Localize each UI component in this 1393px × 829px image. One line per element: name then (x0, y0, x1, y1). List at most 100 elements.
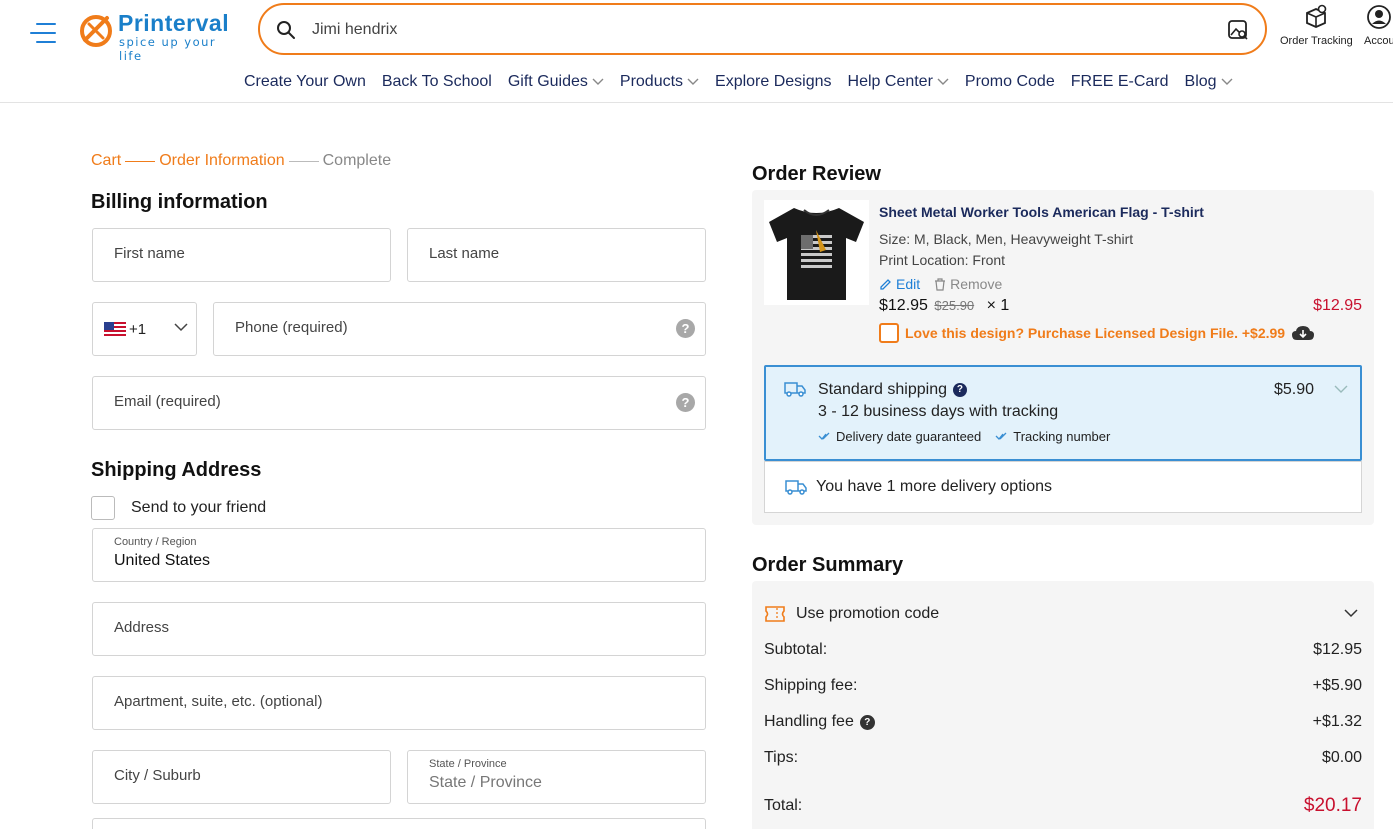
apartment-input[interactable] (114, 693, 666, 710)
product-print-location: Print Location: Front (879, 252, 1006, 268)
promotion-code-label: Use promotion code (796, 605, 940, 622)
checkout-steps: Cart Order Information Complete (91, 152, 391, 170)
send-to-friend-label: Send to your friend (131, 499, 267, 516)
help-icon[interactable]: ? (676, 319, 695, 338)
trash-icon (935, 277, 946, 291)
ticket-icon (765, 606, 785, 622)
search-input[interactable] (312, 17, 1212, 43)
total-label: Total: (764, 797, 803, 814)
more-delivery-label: You have 1 more delivery options (816, 478, 1052, 495)
next-field[interactable] (92, 818, 706, 829)
first-name-input[interactable] (114, 245, 351, 262)
box-location-icon (1306, 4, 1327, 28)
nav-back-to-school[interactable]: Back To School (382, 72, 492, 92)
subtotal-label: Subtotal: (764, 641, 828, 658)
phone-field[interactable]: ? (213, 302, 706, 356)
truck-icon (784, 382, 806, 397)
step-divider (288, 160, 319, 162)
state-select[interactable]: State / Province State / Province (407, 750, 706, 804)
cloud-download-icon[interactable] (1291, 324, 1315, 342)
shipping-fee-label: Shipping fee: (764, 677, 858, 694)
account-link[interactable]: Accou (1364, 4, 1393, 47)
product-line-total: $12.95 (1313, 297, 1362, 314)
email-input[interactable] (114, 393, 666, 410)
more-delivery-options[interactable]: You have 1 more delivery options (764, 461, 1362, 513)
nav-gift-guides[interactable]: Gift Guides (508, 72, 604, 92)
nav-create-your-own[interactable]: Create Your Own (244, 72, 366, 92)
remove-button[interactable]: Remove (934, 276, 1002, 292)
order-tracking-link[interactable]: Order Tracking (1280, 4, 1353, 47)
city-input[interactable] (114, 767, 351, 784)
state-label: State / Province (429, 758, 507, 770)
nav-explore-designs[interactable]: Explore Designs (715, 72, 832, 92)
chevron-down-icon (592, 78, 604, 85)
check-icon (995, 432, 1007, 440)
license-label: Love this design? Purchase Licensed Desi… (905, 325, 1286, 341)
phone-country-select[interactable]: +1 (92, 302, 197, 356)
handling-fee-value: +$1.32 (1312, 713, 1362, 730)
product-title[interactable]: Sheet Metal Worker Tools American Flag -… (879, 204, 1204, 220)
shipping-option-standard[interactable]: Standard shipping ? 3 - 12 business days… (764, 365, 1362, 461)
nav-help-center[interactable]: Help Center (848, 72, 949, 92)
edit-button[interactable]: Edit (879, 276, 920, 292)
us-flag-icon (104, 322, 126, 336)
tshirt-product-image[interactable] (764, 200, 869, 305)
logo[interactable]: Printerval spice up your life (77, 10, 242, 63)
shipping-price: $5.90 (1273, 381, 1314, 398)
logo-mark-icon (80, 15, 112, 47)
brand-name: Printerval (118, 10, 230, 36)
check-icon (818, 432, 830, 440)
apartment-field[interactable] (92, 676, 706, 730)
search-bar (258, 3, 1267, 55)
send-to-friend-toggle[interactable]: Send to your friend (91, 496, 266, 520)
chevron-down-icon (174, 323, 188, 332)
tips-label: Tips: (764, 749, 799, 766)
site-header: Printerval spice up your life Order Trac… (0, 0, 1393, 103)
order-review-title: Order Review (752, 163, 881, 185)
truck-icon (785, 480, 807, 495)
help-icon[interactable]: ? (676, 393, 695, 412)
help-icon[interactable]: ? (859, 714, 875, 730)
last-name-field[interactable] (407, 228, 706, 282)
address-input[interactable] (114, 619, 666, 636)
badge-tracking-number: Tracking number (995, 429, 1110, 444)
product-old-price: $25.90 (934, 298, 975, 313)
step-divider (125, 160, 156, 162)
chevron-down-icon[interactable] (1334, 385, 1348, 394)
send-to-friend-checkbox[interactable] (91, 496, 115, 520)
country-select[interactable]: Country / Region United States (92, 528, 706, 582)
product-actions: Edit Remove (879, 276, 1002, 292)
nav-promo-code[interactable]: Promo Code (965, 72, 1055, 92)
city-field[interactable] (92, 750, 391, 804)
shipping-address-title: Shipping Address (91, 459, 262, 481)
phone-input[interactable] (235, 319, 666, 336)
last-name-input[interactable] (429, 245, 666, 262)
order-summary-title: Order Summary (752, 554, 904, 576)
order-tracking-label: Order Tracking (1280, 35, 1353, 47)
nav-free-ecard[interactable]: FREE E-Card (1071, 72, 1169, 92)
image-search-icon[interactable] (1227, 19, 1249, 41)
license-checkbox[interactable] (879, 323, 899, 343)
handling-fee-label: Handling fee ? (764, 713, 875, 731)
badge-delivery-guaranteed: Delivery date guaranteed (818, 429, 981, 444)
help-icon[interactable]: ? (952, 383, 967, 397)
chevron-down-icon (937, 78, 949, 85)
product-price-line: $12.95 $25.90 × 1 (879, 297, 1009, 315)
first-name-field[interactable] (92, 228, 391, 282)
nav-products[interactable]: Products (620, 72, 699, 92)
main-nav: Create Your Own Back To School Gift Guid… (244, 72, 1249, 92)
license-design-option[interactable]: Love this design? Purchase Licensed Desi… (879, 323, 1315, 343)
product-price: $12.95 (879, 297, 928, 314)
user-icon (1367, 5, 1392, 29)
menu-icon[interactable] (30, 20, 58, 46)
email-field[interactable]: ? (92, 376, 706, 430)
nav-blog[interactable]: Blog (1185, 72, 1233, 92)
pencil-icon (880, 278, 891, 290)
shipping-name: Standard shipping ? (818, 381, 967, 399)
promotion-code-toggle[interactable]: Use promotion code (764, 603, 1362, 627)
address-field[interactable] (92, 602, 706, 656)
chevron-down-icon (687, 78, 699, 85)
step-cart[interactable]: Cart (91, 152, 121, 170)
country-label: Country / Region (114, 536, 197, 548)
search-icon[interactable] (276, 20, 296, 40)
